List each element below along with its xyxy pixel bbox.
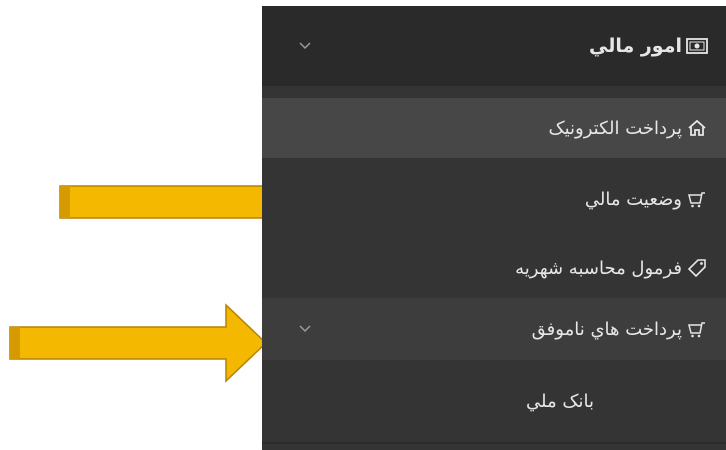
- chevron-down-icon: [299, 325, 311, 333]
- menu-item-label: بانک ملي: [526, 390, 594, 412]
- home-icon: [686, 117, 708, 139]
- tag-icon: [686, 257, 708, 279]
- menu-item-label: فرمول محاسبه شهريه: [515, 257, 682, 279]
- menu-item-tuition-formula[interactable]: فرمول محاسبه شهريه: [262, 238, 726, 298]
- menu-group-label: امور مالي: [589, 35, 682, 57]
- menu-item-label: وضعيت مالي: [584, 188, 682, 210]
- menu-item-financial-status[interactable]: وضعيت مالي: [262, 164, 726, 234]
- menu-group-financial[interactable]: امور مالي: [262, 6, 726, 86]
- annotation-arrow-2: [9, 303, 268, 383]
- menu-group-failed-payments[interactable]: پرداخت هاي ناموفق: [262, 298, 726, 360]
- money-icon: [686, 35, 708, 57]
- chevron-down-icon: [299, 42, 311, 50]
- menu-item-label: پرداخت الكترونيک: [548, 117, 682, 139]
- menu-item-electronic-payment[interactable]: پرداخت الكترونيک: [262, 98, 726, 158]
- sidebar-menu: امور مالي پرداخت الكترونيک وضعيت مالي فر…: [262, 6, 726, 450]
- menu-item-label: پرداخت هاي ناموفق: [531, 318, 682, 340]
- divider: [262, 442, 726, 444]
- submenu-item-bank-melli[interactable]: بانک ملي: [262, 366, 726, 436]
- cart-icon: [686, 318, 708, 340]
- cart-icon: [686, 188, 708, 210]
